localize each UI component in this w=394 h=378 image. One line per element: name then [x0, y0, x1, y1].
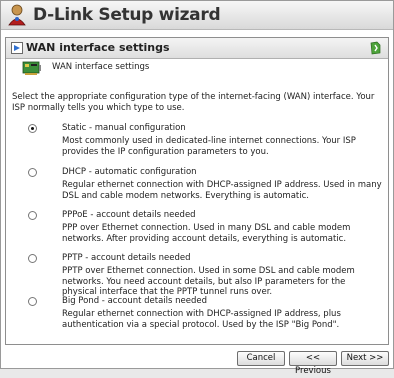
- static-radio[interactable]: [28, 124, 37, 133]
- option-description: PPP over Ethernet connection. Used in ma…: [62, 223, 351, 244]
- subhead-label: WAN interface settings: [52, 62, 150, 72]
- cancel-button[interactable]: Cancel: [237, 351, 285, 366]
- title-bar: D-Link Setup wizard: [1, 1, 393, 30]
- intro-text: Select the appropriate configuration typ…: [12, 92, 375, 113]
- dhcp-radio[interactable]: [28, 168, 37, 177]
- option-label[interactable]: DHCP - automatic configuration: [62, 167, 197, 177]
- user-wizard-icon: [8, 4, 26, 26]
- option-label[interactable]: PPTP - account details needed: [62, 253, 191, 263]
- window-title: D-Link Setup wizard: [33, 5, 221, 25]
- arrow-right-icon: [11, 42, 23, 54]
- option-description: Most commonly used in dedicated-line int…: [62, 136, 356, 157]
- panel-title: WAN interface settings: [26, 41, 170, 54]
- setup-wizard-window: D-Link Setup wizard WAN interface settin…: [0, 0, 394, 376]
- option-description: Regular ethernet connection with DHCP-as…: [62, 309, 341, 330]
- bigpond-radio[interactable]: [28, 297, 37, 306]
- option-label[interactable]: Big Pond - account details needed: [62, 296, 207, 306]
- option-description: PPTP over Ethernet connection. Used in s…: [62, 266, 355, 297]
- option-description: Regular ethernet connection with DHCP-as…: [62, 180, 382, 201]
- option-label[interactable]: Static - manual configuration: [62, 123, 186, 133]
- next-button[interactable]: Next >>: [341, 351, 389, 366]
- wan-settings-panel: WAN interface settings WAN interface set…: [5, 37, 389, 345]
- network-card-icon: [22, 61, 41, 75]
- option-label[interactable]: PPPoE - account details needed: [62, 210, 196, 220]
- help-icon[interactable]: [369, 41, 382, 55]
- pptp-radio[interactable]: [28, 254, 37, 263]
- previous-button[interactable]: << Previous: [289, 351, 337, 376]
- pppoe-radio[interactable]: [28, 211, 37, 220]
- panel-header: WAN interface settings: [6, 38, 388, 59]
- button-bar: Cancel << Previous Next >>: [1, 349, 393, 376]
